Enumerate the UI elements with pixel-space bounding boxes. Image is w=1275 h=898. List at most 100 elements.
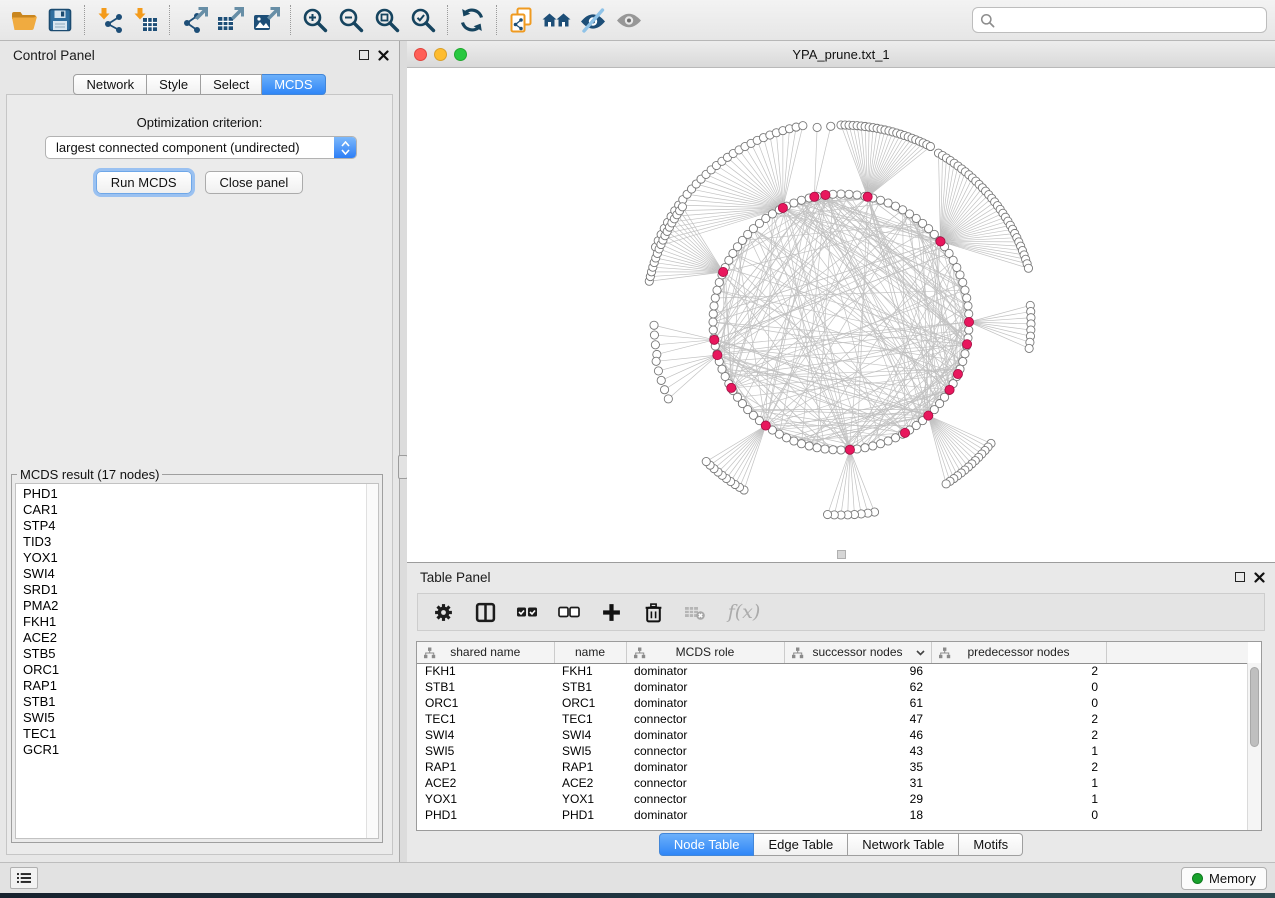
mcds-result-item[interactable]: STB1 [23, 694, 365, 710]
mcds-result-item[interactable]: YOX1 [23, 550, 365, 566]
unchecked-boxes-icon [558, 602, 580, 622]
column-header-shared-name[interactable]: shared name [417, 642, 554, 663]
mcds-result-item[interactable]: ACE2 [23, 630, 365, 646]
delete-table-button[interactable] [682, 599, 708, 625]
refresh-view-button[interactable] [454, 3, 490, 37]
table-row-SWI5[interactable]: SWI5SWI5connector431 [417, 743, 1248, 759]
export-image-button[interactable] [248, 3, 284, 37]
tab-style[interactable]: Style [147, 74, 201, 95]
table-panel-tabs: Node TableEdge TableNetwork TableMotifs [407, 833, 1275, 856]
task-history-button[interactable] [10, 867, 38, 889]
control-panel-title: Control Panel [13, 48, 95, 63]
first-neighbors-button[interactable] [539, 3, 575, 37]
table-row-RAP1[interactable]: RAP1RAP1dominator352 [417, 759, 1248, 775]
node-table-body: FKH1FKH1dominator962STB1STB1dominator620… [417, 663, 1248, 823]
tab-network[interactable]: Network [73, 74, 147, 95]
mcds-result-title: MCDS result (17 nodes) [17, 467, 162, 482]
close-panel-icon[interactable] [378, 50, 389, 61]
table-row-STB1[interactable]: STB1STB1dominator620 [417, 679, 1248, 695]
mcds-result-item[interactable]: SWI4 [23, 566, 365, 582]
mcds-result-listbox: PHD1CAR1STP4TID3YOX1SWI4SRD1PMA2FKH1ACE2… [15, 483, 379, 839]
search-input[interactable] [1000, 12, 1266, 29]
mcds-result-item[interactable]: STP4 [23, 518, 365, 534]
tab-edge-table[interactable]: Edge Table [754, 833, 848, 856]
refresh-icon [458, 6, 486, 34]
tab-motifs[interactable]: Motifs [959, 833, 1023, 856]
table-settings-button[interactable] [430, 599, 456, 625]
attribute-tree-icon [423, 647, 436, 659]
mcds-result-item[interactable]: TEC1 [23, 726, 365, 742]
zoom-selected-button[interactable] [405, 3, 441, 37]
column-header-name[interactable]: name [554, 642, 626, 663]
clone-network-button[interactable] [503, 3, 539, 37]
network-canvas[interactable] [407, 68, 1275, 562]
table-row-FKH1[interactable]: FKH1FKH1dominator962 [417, 663, 1248, 679]
save-session-button[interactable] [42, 3, 78, 37]
network-graph[interactable] [407, 68, 1275, 562]
horizontal-splitter-handle[interactable] [837, 550, 846, 559]
clone-network-icon [507, 6, 535, 34]
float-table-panel-icon[interactable] [1235, 572, 1245, 582]
table-scrollbar-thumb[interactable] [1250, 667, 1259, 747]
table-row-ACE2[interactable]: ACE2ACE2connector311 [417, 775, 1248, 791]
criterion-select[interactable]: largest connected component (undirected) [45, 136, 357, 159]
import-network-button[interactable] [91, 3, 127, 37]
delete-column-button[interactable] [640, 599, 666, 625]
close-table-panel-icon[interactable] [1254, 572, 1265, 583]
vertical-splitter[interactable] [400, 41, 407, 862]
mcds-result-item[interactable]: RAP1 [23, 678, 365, 694]
add-column-button[interactable] [598, 599, 624, 625]
tab-mcds[interactable]: MCDS [262, 74, 325, 95]
open-folder-icon [10, 6, 38, 34]
network-window-titlebar[interactable]: YPA_prune.txt_1 [407, 41, 1275, 68]
table-row-TEC1[interactable]: TEC1TEC1connector472 [417, 711, 1248, 727]
mcds-result-item[interactable]: SRD1 [23, 582, 365, 598]
column-header-predecessor-nodes[interactable]: predecessor nodes [931, 642, 1106, 663]
float-panel-icon[interactable] [359, 50, 369, 60]
tab-select[interactable]: Select [201, 74, 262, 95]
zoom-fit-button[interactable] [369, 3, 405, 37]
function-builder-button[interactable]: f(x) [724, 599, 764, 625]
column-header-successor-nodes[interactable]: successor nodes [784, 642, 931, 663]
clear-all-columns-button[interactable] [556, 599, 582, 625]
node-table-header-row: shared namenameMCDS rolesuccessor nodesp… [417, 642, 1248, 663]
mcds-result-item[interactable]: PHD1 [23, 486, 365, 502]
list-icon [17, 871, 31, 885]
tab-network-table[interactable]: Network Table [848, 833, 959, 856]
mcds-result-item[interactable]: SWI5 [23, 710, 365, 726]
gear-icon [433, 602, 454, 623]
export-table-icon [216, 6, 244, 34]
table-row-SWI4[interactable]: SWI4SWI4dominator462 [417, 727, 1248, 743]
close-panel-button[interactable]: Close panel [205, 171, 304, 194]
column-layout-button[interactable] [472, 599, 498, 625]
mcds-result-item[interactable]: STB5 [23, 646, 365, 662]
control-panel-header: Control Panel [0, 41, 399, 69]
zoom-out-button[interactable] [333, 3, 369, 37]
mcds-result-item[interactable]: TID3 [23, 534, 365, 550]
network-window-title: YPA_prune.txt_1 [407, 47, 1275, 62]
hide-selected-button[interactable] [575, 3, 611, 37]
table-row-PHD1[interactable]: PHD1PHD1dominator180 [417, 807, 1248, 823]
table-row-ORC1[interactable]: ORC1ORC1dominator610 [417, 695, 1248, 711]
tab-node-table[interactable]: Node Table [659, 833, 755, 856]
memory-button[interactable]: Memory [1181, 867, 1267, 890]
mcds-result-item[interactable]: PMA2 [23, 598, 365, 614]
column-header-MCDS-role[interactable]: MCDS role [626, 642, 784, 663]
mcds-scrollbar[interactable] [366, 484, 378, 838]
mcds-result-item[interactable]: ORC1 [23, 662, 365, 678]
import-table-button[interactable] [127, 3, 163, 37]
table-scrollbar[interactable] [1247, 663, 1261, 830]
mcds-result-item[interactable]: CAR1 [23, 502, 365, 518]
export-network-button[interactable] [176, 3, 212, 37]
open-file-button[interactable] [6, 3, 42, 37]
mcds-result-item[interactable]: FKH1 [23, 614, 365, 630]
run-mcds-button[interactable]: Run MCDS [96, 171, 192, 194]
show-all-button[interactable] [611, 3, 647, 37]
table-row-YOX1[interactable]: YOX1YOX1connector291 [417, 791, 1248, 807]
select-all-columns-button[interactable] [514, 599, 540, 625]
mcds-result-item[interactable]: GCR1 [23, 742, 365, 758]
fx-icon: f(x) [728, 601, 761, 623]
export-table-button[interactable] [212, 3, 248, 37]
houses-icon [542, 6, 572, 34]
zoom-in-button[interactable] [297, 3, 333, 37]
